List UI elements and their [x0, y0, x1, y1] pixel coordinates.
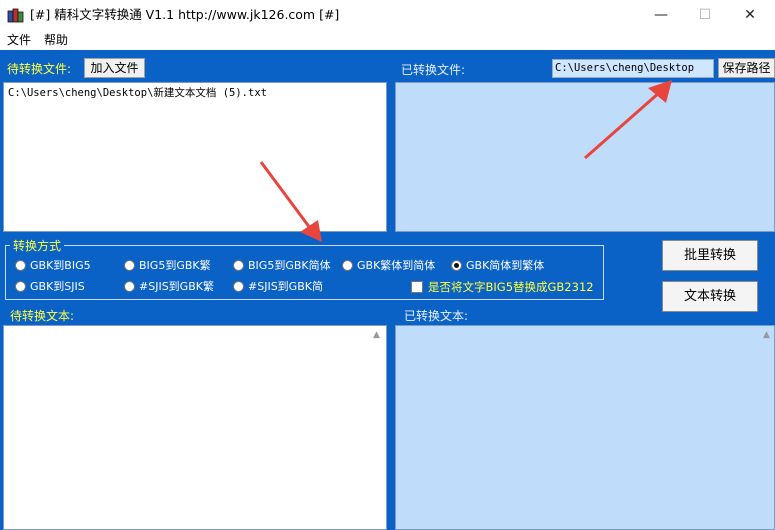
radio-label: GBK到SJIS [30, 280, 85, 293]
menu-help[interactable]: 帮助 [44, 30, 68, 50]
save-path-button[interactable]: 保存路径 [718, 58, 775, 78]
app-books-icon [7, 7, 25, 23]
checkbox-box[interactable] [411, 281, 423, 293]
batch-convert-button[interactable]: 批里转换 [662, 240, 758, 271]
big5-to-gb2312-checkbox[interactable]: 是否将文字BIG5替换成GB2312 [411, 279, 594, 295]
radio-gbk-simplified-to-traditional[interactable]: GBK简体到繁体 [451, 257, 544, 273]
output-files-list[interactable] [395, 82, 775, 232]
convert-mode-title: 转换方式 [10, 237, 65, 254]
radio-button-selected[interactable] [451, 259, 462, 271]
radio-big5-to-gbk-simplified[interactable]: BIG5到GBK简体 [233, 257, 331, 273]
radio-button[interactable] [233, 259, 244, 271]
radio-gbk-to-sjis[interactable]: GBK到SJIS [15, 278, 85, 294]
radio-label: #SJIS到GBK繁 [139, 280, 214, 293]
radio-label: BIG5到GBK繁 [139, 259, 211, 272]
radio-button[interactable] [233, 280, 244, 292]
source-file-item[interactable]: C:\Users\cheng\Desktop\新建文本文档 (5).txt [8, 85, 267, 100]
source-files-label: 待转换文件: [7, 62, 72, 76]
checkbox-label: 是否将文字BIG5替换成GB2312 [428, 280, 594, 294]
radio-gbk-to-big5[interactable]: GBK到BIG5 [15, 257, 91, 273]
menu-file[interactable]: 文件 [7, 30, 31, 50]
radio-gbk-traditional-to-simplified[interactable]: GBK繁体到简体 [342, 257, 435, 273]
radio-label: GBK到BIG5 [30, 259, 91, 272]
window-title: [#] 精科文字转换通 V1.1 http://www.jk126.com [#… [30, 7, 340, 22]
radio-label: #SJIS到GBK简 [248, 280, 323, 293]
radio-button[interactable] [124, 259, 135, 271]
output-files-label: 已转换文件: [401, 63, 466, 77]
radio-sjis-to-gbk-traditional[interactable]: #SJIS到GBK繁 [124, 278, 214, 294]
radio-big5-to-gbk-traditional[interactable]: BIG5到GBK繁 [124, 257, 211, 273]
source-text-label: 待转换文本: [10, 309, 75, 323]
save-path-input[interactable]: C:\Users\cheng\Desktop [552, 59, 714, 78]
radio-label: BIG5到GBK简体 [248, 259, 331, 272]
radio-button[interactable] [15, 259, 26, 271]
scroll-up-arrow-icon[interactable]: ▲ [763, 330, 770, 340]
radio-label: GBK简体到繁体 [466, 259, 545, 272]
maximize-button[interactable]: ☐ [682, 0, 728, 30]
minimize-button[interactable]: — [638, 0, 684, 30]
menu-bar: 文件 帮助 [0, 30, 775, 50]
close-button[interactable]: ✕ [727, 0, 773, 30]
source-text-area[interactable] [3, 325, 387, 530]
source-files-list[interactable]: C:\Users\cheng\Desktop\新建文本文档 (5).txt [3, 82, 387, 232]
radio-button[interactable] [124, 280, 135, 292]
radio-sjis-to-gbk-simplified[interactable]: #SJIS到GBK简 [233, 278, 323, 294]
radio-button[interactable] [342, 259, 353, 271]
add-file-button[interactable]: 加入文件 [84, 58, 145, 78]
radio-label: GBK繁体到简体 [357, 259, 436, 272]
title-bar: [#] 精科文字转换通 V1.1 http://www.jk126.com [#… [0, 0, 775, 30]
output-text-area[interactable] [395, 325, 775, 530]
radio-button[interactable] [15, 280, 26, 292]
scroll-up-arrow-icon[interactable]: ▲ [373, 330, 380, 340]
output-text-label: 已转换文本: [404, 309, 469, 323]
text-convert-button[interactable]: 文本转换 [662, 281, 758, 312]
